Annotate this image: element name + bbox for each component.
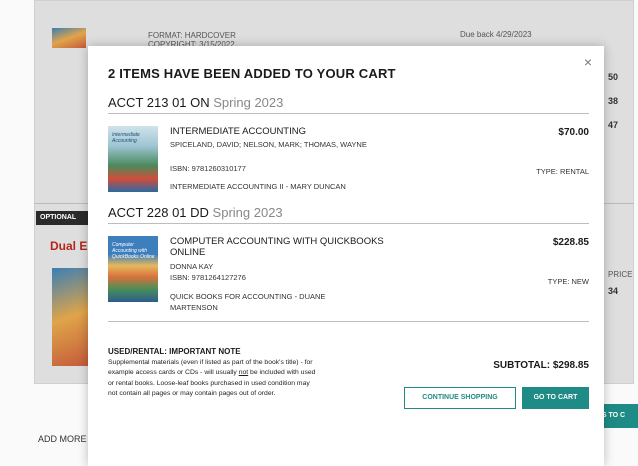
book-course-name: QUICK BOOKS FOR ACCOUNTING - DUANE MARTE… — [170, 292, 326, 312]
course-term: Spring 2023 — [213, 95, 284, 110]
section-divider — [108, 321, 589, 322]
cover-title: Intermediate Accounting — [112, 132, 140, 144]
background-value-47: 47 — [608, 120, 619, 130]
go-to-cart-button[interactable]: GO TO CART — [522, 387, 589, 409]
course-heading-1: ACCT 213 01 ON Spring 2023 — [108, 95, 283, 110]
background-add-more-link[interactable]: ADD MORE C — [38, 434, 96, 444]
book-authors: SPICELAND, DAVID; NELSON, MARK; THOMAS, … — [170, 140, 367, 149]
close-icon[interactable]: × — [584, 54, 592, 70]
book-type: TYPE: RENTAL — [536, 167, 589, 176]
book-cover-image: Computer Accounting with QuickBooks Onli… — [108, 236, 158, 302]
book-title: COMPUTER ACCOUNTING WITH QUICKBOOKS ONLI… — [170, 236, 384, 258]
background-value-38: 38 — [608, 96, 619, 106]
book-title: INTERMEDIATE ACCOUNTING — [170, 126, 306, 137]
note-emphasis: not — [238, 369, 249, 377]
book-course-name: INTERMEDIATE ACCOUNTING II - MARY DUNCAN — [170, 182, 346, 191]
book-type: TYPE: NEW — [547, 277, 589, 286]
book-isbn: ISBN: 9781264127276 — [170, 273, 246, 282]
book-isbn: ISBN: 9781260310177 — [170, 164, 246, 173]
cover-title: Computer Accounting with QuickBooks Onli… — [112, 242, 155, 260]
book-cover-image: Intermediate Accounting — [108, 126, 158, 192]
background-book-thumbnail — [52, 28, 86, 48]
continue-shopping-button[interactable]: CONTINUE SHOPPING — [404, 387, 516, 409]
background-price-label: PRICE — [608, 270, 633, 279]
used-rental-note-body: Supplemental materials (even if listed a… — [108, 358, 318, 399]
course-term: Spring 2023 — [212, 205, 283, 220]
book-price: $70.00 — [558, 127, 589, 138]
background-optional-tag: OPTIONAL — [36, 211, 96, 225]
background-due-back: Due back 4/29/2023 — [460, 30, 532, 39]
used-rental-note-heading: USED/RENTAL: IMPORTANT NOTE — [108, 347, 241, 356]
add-to-cart-modal: × 2 ITEMS HAVE BEEN ADDED TO YOUR CART A… — [88, 46, 604, 466]
background-dual-cover — [52, 268, 88, 366]
course-code: ACCT 213 01 ON — [108, 95, 210, 110]
section-divider — [108, 223, 589, 224]
subtotal: SUBTOTAL: $298.85 — [493, 360, 589, 371]
book-price: $228.85 — [552, 237, 589, 248]
background-value-34: 34 — [608, 286, 619, 296]
background-dual-title[interactable]: Dual Er — [50, 239, 92, 253]
course-code: ACCT 228 01 DD — [108, 205, 209, 220]
modal-title: 2 ITEMS HAVE BEEN ADDED TO YOUR CART — [108, 66, 396, 81]
section-divider — [108, 113, 589, 114]
background-format: FORMAT: HARDCOVER — [148, 31, 236, 40]
course-heading-2: ACCT 228 01 DD Spring 2023 — [108, 205, 283, 220]
book-authors: DONNA KAY — [170, 262, 214, 271]
background-value-50: 50 — [608, 72, 619, 82]
